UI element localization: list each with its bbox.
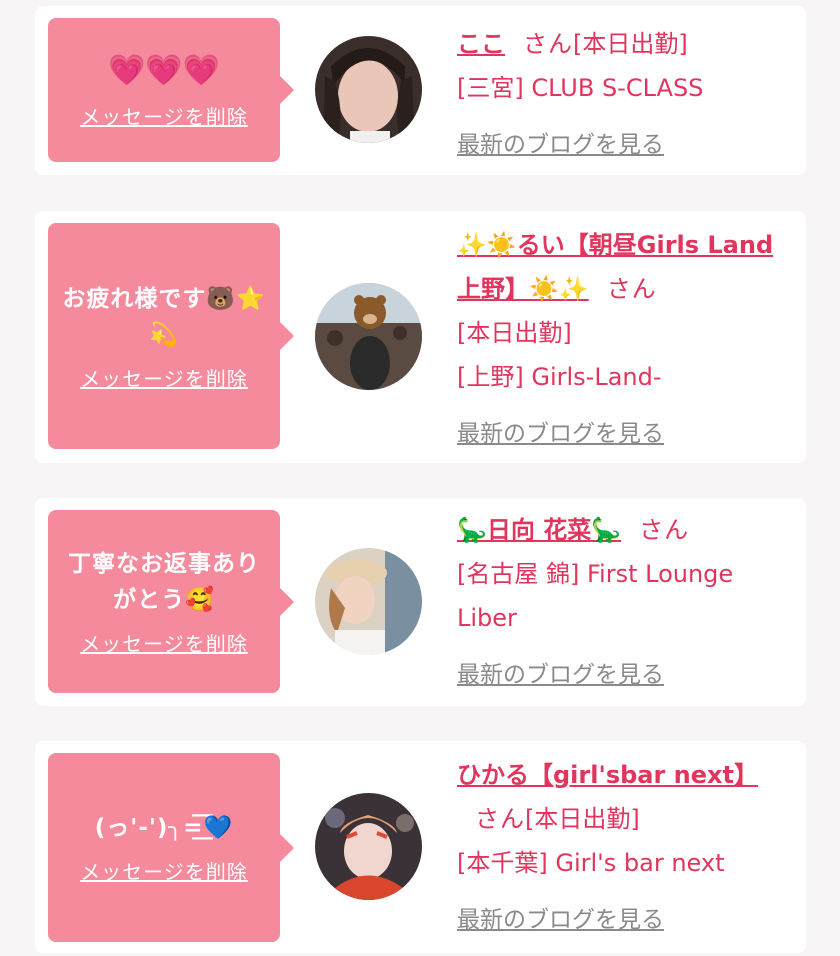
message-text: (っ'-')╮=͟͟͞͞💙 — [94, 815, 234, 841]
avatar[interactable] — [315, 283, 422, 390]
cast-name-link[interactable]: ひかる【girl'sbar next】 — [457, 761, 758, 789]
delete-message-link[interactable]: メッセージを削除 — [80, 856, 248, 885]
delete-message-link[interactable]: メッセージを削除 — [80, 101, 248, 130]
delete-message-link[interactable]: メッセージを削除 — [80, 363, 248, 392]
message-card: (っ'-')╮=͟͟͞͞💙 メッセージを削除 ひかる【girl'sbar nex… — [35, 741, 806, 953]
message-bubble: 💗💗💗 メッセージを削除 — [48, 18, 294, 162]
message-card: 丁寧なお返事ありがとう🥰 メッセージを削除 🦕日向 花菜🦕 さん [名古屋 錦] … — [35, 498, 806, 706]
shop-label: [上野] Girls-Land- — [457, 363, 662, 391]
message-text: お疲れ様です🐻⭐💫 — [62, 285, 266, 348]
message-text: 💗💗💗 — [107, 52, 221, 88]
avatar[interactable] — [315, 793, 422, 900]
honorific: さん — [475, 805, 525, 833]
message-bubble: お疲れ様です🐻⭐💫 メッセージを削除 — [48, 223, 294, 449]
cast-name-link[interactable]: 🦕日向 花菜🦕 — [457, 516, 621, 544]
latest-blog-link[interactable]: 最新のブログを見る — [457, 132, 664, 158]
message-bubble: (っ'-')╮=͟͟͞͞💙 メッセージを削除 — [48, 753, 294, 942]
shop-label: [名古屋 錦] First Lounge Liber — [457, 560, 734, 632]
honorific: さん — [606, 275, 657, 303]
cast-info: ✨☀️るい【朝昼Girls Land上野】☀️✨ さん [本日出勤] [上野] G… — [457, 223, 792, 456]
status-label: [本日出勤] — [573, 30, 688, 58]
latest-blog-link[interactable]: 最新のブログを見る — [457, 907, 664, 933]
shop-label: [三宮] CLUB S-CLASS — [457, 74, 704, 102]
cast-info: ここ さん[本日出勤] [三宮] CLUB S-CLASS 最新のブログを見る — [457, 22, 792, 167]
latest-blog-link[interactable]: 最新のブログを見る — [457, 421, 664, 447]
status-label: [本日出勤] — [457, 319, 572, 347]
avatar[interactable] — [315, 548, 422, 655]
avatar[interactable] — [315, 36, 422, 143]
message-card: お疲れ様です🐻⭐💫 メッセージを削除 ✨☀️るい【朝昼Girls Land上野】… — [35, 211, 806, 463]
status-label: [本日出勤] — [525, 805, 640, 833]
delete-message-link[interactable]: メッセージを削除 — [80, 628, 248, 657]
message-text: 丁寧なお返事ありがとう🥰 — [68, 551, 260, 613]
cast-name-link[interactable]: ここ — [457, 30, 505, 58]
honorific: さん — [639, 516, 690, 544]
cast-info: 🦕日向 花菜🦕 さん [名古屋 錦] First Lounge Liber 最新の… — [457, 508, 792, 697]
message-bubble: 丁寧なお返事ありがとう🥰 メッセージを削除 — [48, 510, 294, 693]
shop-label: [本千葉] Girl's bar next — [457, 849, 725, 877]
message-card: 💗💗💗 メッセージを削除 ここ さん[本日出勤] [三宮] CLUB S-CLAS… — [35, 6, 806, 175]
honorific: さん — [523, 30, 573, 58]
latest-blog-link[interactable]: 最新のブログを見る — [457, 662, 664, 688]
cast-info: ひかる【girl'sbar next】さん[本日出勤] [本千葉] Girl's… — [457, 753, 792, 942]
